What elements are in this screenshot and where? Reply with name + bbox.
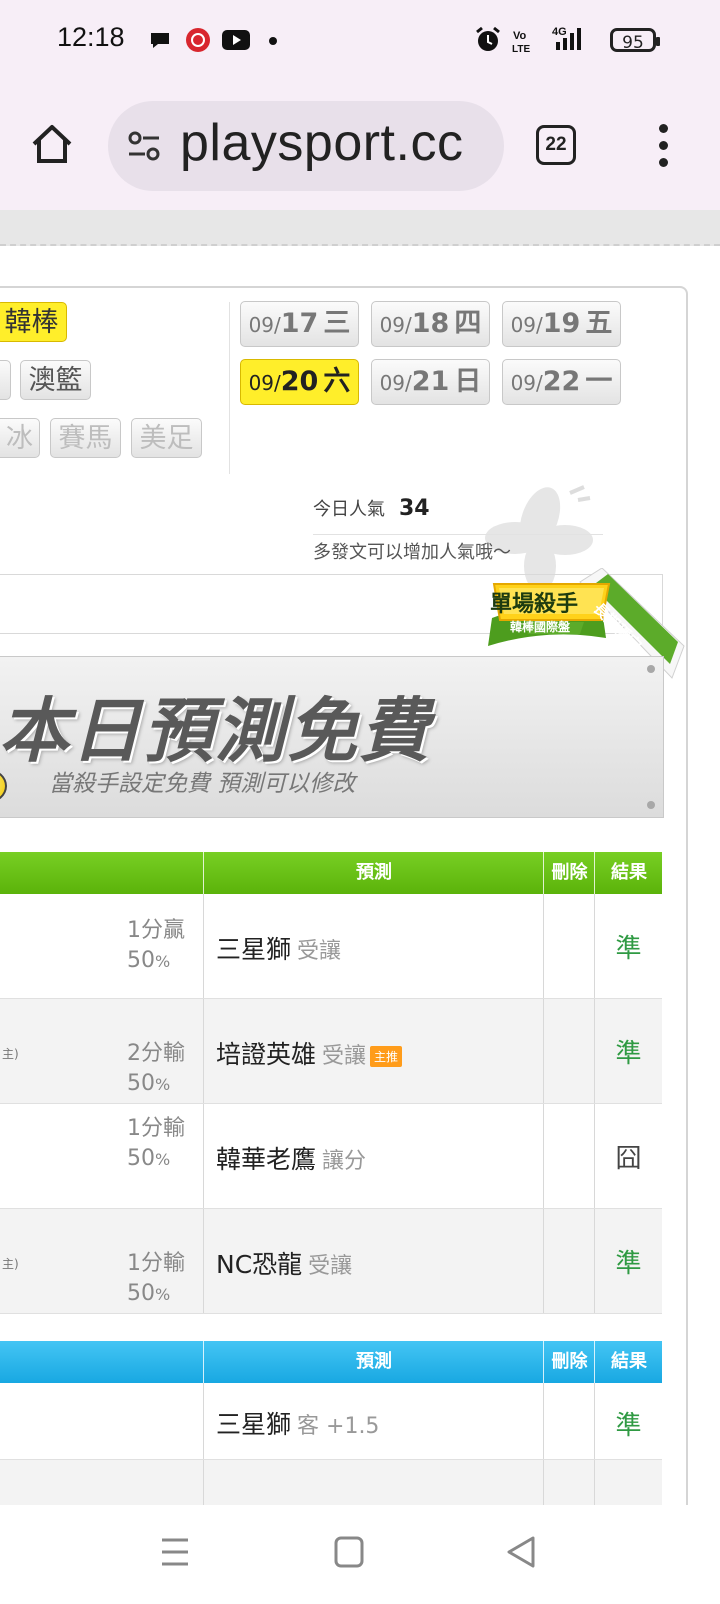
alarm-icon [476, 26, 500, 51]
prediction-table-header: 賽事 預測 刪除 結果 [0, 852, 662, 894]
dot-icon [269, 37, 277, 45]
prediction-text: 培證英雄 受讓 主推 [216, 1035, 403, 1071]
table-row: 1分輸 50% 韓華老鷹 讓分 囧 [0, 1104, 662, 1209]
sport-tab-nbl[interactable]: 澳籃 [20, 360, 91, 400]
col-result: 結果 [594, 1341, 663, 1383]
popularity-label: 今日人氣 34 [313, 495, 430, 521]
table-row [0, 1460, 662, 1505]
home-tag: 主) [2, 1047, 19, 1061]
result-mark: 囧 [615, 1144, 642, 1174]
home-icon[interactable] [30, 122, 74, 166]
sport-tab-horse-racing[interactable]: 賽馬 [50, 418, 121, 458]
more-menu-icon[interactable] [656, 124, 670, 168]
col-prediction: 預測 [203, 1341, 544, 1383]
table-row: 主) 2分輸 50% 培證英雄 受讓 主推 準 [0, 999, 662, 1104]
browser-toolbar: playsport.cc 22 [0, 82, 720, 210]
sport-tab-kbo[interactable]: 韓棒 [0, 302, 67, 342]
result-mark: 準 [615, 1039, 642, 1069]
sport-tab-hockey[interactable]: 冰 [0, 418, 40, 458]
decorative-border [0, 210, 720, 246]
date-tab-0921[interactable]: 09/21 日 [371, 359, 490, 405]
banner-title: 本日預測免費 [0, 690, 431, 772]
clock: 12:18 [57, 22, 125, 52]
badge-subtitle: 韓棒國際盤 [510, 620, 571, 634]
popularity-hint: 多發文可以增加人氣哦～ [313, 542, 511, 563]
result-mark: 準 [615, 934, 642, 964]
result-mark: 準 [615, 1249, 642, 1279]
volte-icon: Vo LTE [512, 30, 530, 54]
col-result: 結果 [594, 852, 663, 894]
table-row: 主) 1分輸 50% NC恐龍 受讓 準 [0, 1209, 662, 1314]
chat-icon [151, 33, 169, 48]
signal-icon: 4G [552, 26, 581, 50]
date-tab-0917[interactable]: 09/17 三 [240, 301, 359, 347]
web-content: 韓棒 澳籃 冰 賽馬 美足 09/17 三 09/18 四 09/19 五 09… [0, 210, 720, 1505]
date-tab-0920[interactable]: 09/20 六 [240, 359, 359, 405]
date-tab-0919[interactable]: 09/19 五 [502, 301, 621, 347]
address-bar[interactable]: playsport.cc [108, 101, 504, 191]
main-pick-badge: 主推 [370, 1045, 403, 1067]
system-navigation-bar [0, 1505, 720, 1604]
battery-icon: 95 [610, 28, 660, 53]
free-prediction-banner: 本日預測免費 當殺手設定免費 預測可以修改 [0, 656, 664, 818]
tab-switcher-button[interactable]: 22 [536, 125, 576, 165]
status-bar: 12:18 Vo LTE 4G 95 [0, 0, 720, 82]
col-delete: 刪除 [543, 852, 595, 894]
odds: 2分輸 50% [127, 1041, 185, 1096]
popularity-count: 34 [399, 496, 430, 521]
youtube-icon [222, 30, 250, 50]
home-tag: 主) [2, 1257, 19, 1271]
app-icon [186, 28, 210, 52]
svg-text:LTE: LTE [512, 44, 530, 54]
prediction-text: 韓華老鷹 讓分 [216, 1145, 367, 1174]
date-tab-0922[interactable]: 09/22 一 [502, 359, 621, 405]
svg-text:4G: 4G [552, 26, 567, 38]
url-text: playsport.cc [180, 114, 464, 172]
odds: 1分輸 50% [127, 1116, 185, 1171]
prediction-table-header-2: 賽事 預測 刪除 結果 [0, 1341, 662, 1383]
sport-tab-partial[interactable] [0, 360, 11, 400]
result-mark: 準 [615, 1411, 642, 1441]
col-delete: 刪除 [543, 1341, 595, 1383]
prediction-text: NC恐龍 受讓 [216, 1250, 353, 1279]
odds: 1分輸 50% [127, 1251, 185, 1306]
col-prediction: 預測 [203, 852, 544, 894]
prediction-text: 三星獅客 +1.5 [216, 1410, 380, 1439]
sport-tab-nfl[interactable]: 美足 [131, 418, 202, 458]
recent-apps-icon[interactable] [160, 1535, 190, 1569]
date-tab-0918[interactable]: 09/18 四 [371, 301, 490, 347]
site-settings-icon[interactable] [126, 129, 162, 163]
popularity-text: 今日人氣 [313, 499, 385, 520]
table-row: 1分贏 50% 三星獅 受讓 準 [0, 894, 662, 999]
banner-subtitle: 當殺手設定免費 預測可以修改 [49, 771, 356, 797]
home-nav-icon[interactable] [334, 1535, 364, 1569]
divider [229, 302, 230, 474]
prediction-text: 三星獅 受讓 [216, 935, 342, 964]
screw-icon [647, 801, 655, 809]
odds: 1分贏 50% [127, 918, 185, 973]
svg-text:Vo: Vo [513, 30, 527, 42]
table-row: 三星獅客 +1.5 準 [0, 1383, 662, 1460]
screw-icon [647, 665, 655, 673]
divider [313, 534, 603, 535]
badge-title: 單場殺手 [490, 592, 579, 617]
back-icon[interactable] [506, 1535, 536, 1569]
